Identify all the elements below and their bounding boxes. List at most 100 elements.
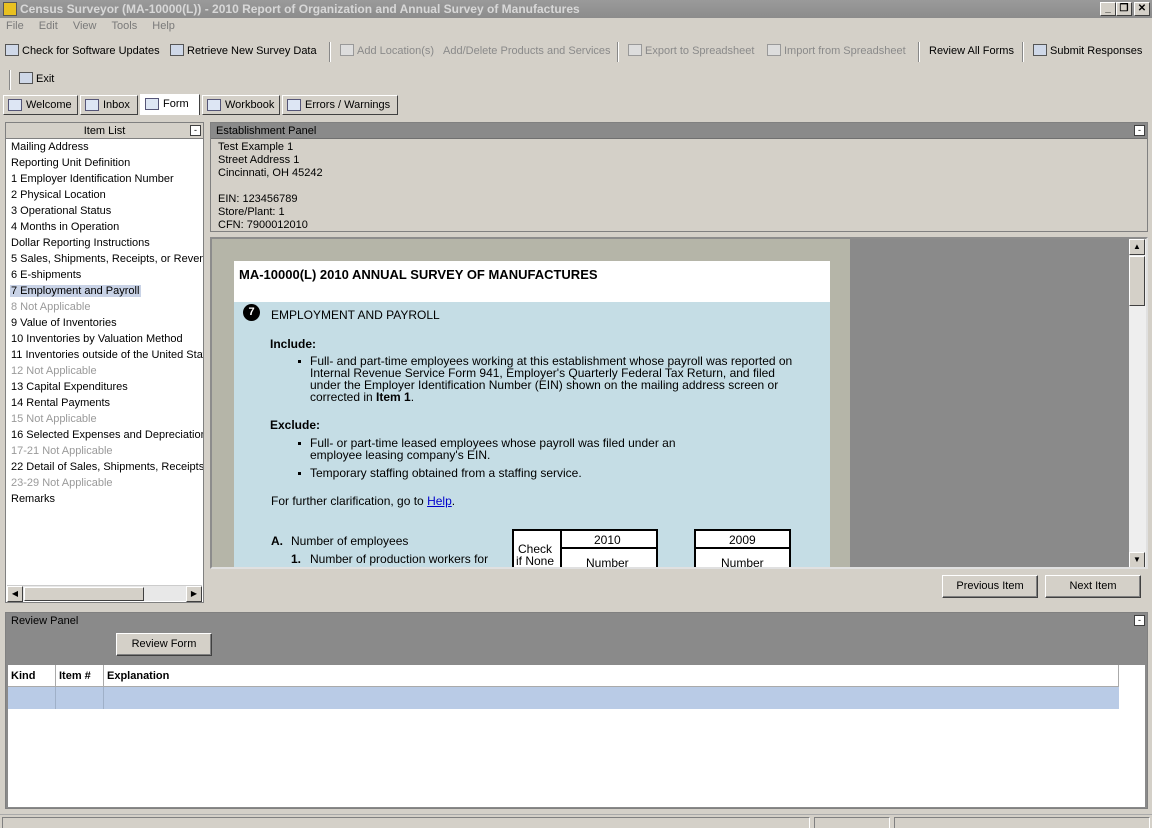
menu-view[interactable]: View [67,18,103,32]
menu-tools[interactable]: Tools [106,18,144,32]
list-item[interactable]: 7 Employment and Payroll [6,283,203,299]
include-text-line: corrected in Item 1. [310,390,415,404]
previous-item-button[interactable]: Previous Item [942,575,1038,598]
add-delete-products-button[interactable]: Add/Delete Products and Services [443,40,611,62]
column-header-explanation[interactable]: Explanation [104,665,1119,687]
export-icon [628,44,642,56]
menu-file[interactable]: File [0,18,30,32]
main-toolbar: Check for Software Updates Retrieve New … [0,40,1152,64]
next-item-button[interactable]: Next Item [1045,575,1141,598]
tab-form[interactable]: Form [140,94,200,115]
list-item[interactable]: 10 Inventories by Valuation Method [6,331,203,347]
tab-workbook[interactable]: Workbook [202,95,280,115]
inbox-icon [85,99,99,111]
list-item[interactable]: 14 Rental Payments [6,395,203,411]
exit-button[interactable]: Exit [19,68,54,90]
welcome-icon [8,99,22,111]
exclude-text-line: Temporary staffing obtained from a staff… [310,466,582,480]
list-item[interactable]: 3 Operational Status [6,203,203,219]
review-form-button[interactable]: Review Form [116,633,212,656]
list-item[interactable]: 11 Inventories outside of the United Sta… [6,347,203,363]
list-item[interactable]: Remarks [6,491,203,507]
list-item[interactable]: 8 Not Applicable [6,299,203,315]
list-item[interactable]: 13 Capital Expenditures [6,379,203,395]
tab-inbox[interactable]: Inbox [80,95,138,115]
section-title: EMPLOYMENT AND PAYROLL [271,308,440,322]
exclude-text-line: employee leasing company's EIN. [310,448,491,462]
collapse-button[interactable]: - [1134,615,1145,626]
viewer-margin [212,239,232,567]
vertical-scrollbar[interactable]: ▲ ▼ [1129,239,1146,567]
collapse-button[interactable]: - [190,125,201,136]
retrieve-data-button[interactable]: Retrieve New Survey Data [170,40,317,62]
tab-welcome[interactable]: Welcome [3,95,78,115]
list-item[interactable]: 12 Not Applicable [6,363,203,379]
window-title: Census Surveyor (MA-10000(L)) - 2010 Rep… [20,2,580,16]
establishment-panel: Establishment Panel - Test Example 1 Stre… [210,122,1148,232]
scroll-down-icon[interactable]: ▼ [1129,552,1145,567]
list-item[interactable]: 17-21 Not Applicable [6,443,203,459]
section-number-badge: 7 [243,304,260,321]
cell-divider [55,687,56,709]
collapse-button[interactable]: - [1134,125,1145,136]
form-viewer: MA-10000(L) 2010 ANNUAL SURVEY OF MANUFA… [210,237,1148,569]
close-button[interactable]: ✕ [1134,2,1150,16]
answer-grid-2009: 2009 Number [694,529,791,569]
toolbar-separator [9,70,11,90]
submit-responses-button[interactable]: Submit Responses [1033,40,1142,62]
toolbar-separator [1022,42,1024,62]
scroll-thumb[interactable] [24,587,144,601]
menu-bar: File Edit View Tools Help [0,18,1152,36]
establishment-line: Test Example 1 [218,141,294,153]
review-all-forms-button[interactable]: Review All Forms [929,40,1014,62]
list-item[interactable]: 23-29 Not Applicable [6,475,203,491]
scroll-up-icon[interactable]: ▲ [1129,239,1145,255]
list-item[interactable]: Mailing Address [6,139,203,155]
status-pane [894,817,1150,828]
maximize-button[interactable]: ❐ [1116,2,1132,16]
submit-icon [1033,44,1047,56]
list-item[interactable]: 15 Not Applicable [6,411,203,427]
column-header-item[interactable]: Item # [56,665,104,687]
question-a-letter: A. [271,534,283,548]
list-item[interactable]: 1 Employer Identification Number [6,171,203,187]
secondary-toolbar: Exit [0,68,1152,90]
cell-divider [103,687,104,709]
number-column-label: Number [586,556,629,569]
tab-strip: Welcome Inbox Form Workbook Errors / War… [0,94,1152,116]
export-spreadsheet-button[interactable]: Export to Spreadsheet [628,40,754,62]
menu-help[interactable]: Help [146,18,181,32]
add-locations-button[interactable]: Add Location(s) [340,40,434,62]
help-link[interactable]: Help [427,494,452,508]
list-item[interactable]: 5 Sales, Shipments, Receipts, or Revenue [6,251,203,267]
check-updates-button[interactable]: Check for Software Updates [5,40,160,62]
menu-edit[interactable]: Edit [33,18,64,32]
list-item[interactable]: 9 Value of Inventories [6,315,203,331]
scroll-right-icon[interactable]: ▶ [186,586,202,602]
list-item[interactable]: 22 Detail of Sales, Shipments, Receipts,… [6,459,203,475]
list-item[interactable]: Reporting Unit Definition [6,155,203,171]
review-table: Kind Item # Explanation [8,665,1145,807]
list-item[interactable]: 2 Physical Location [6,187,203,203]
minimize-button[interactable]: _ [1100,2,1116,16]
import-icon [767,44,781,56]
list-item[interactable]: 4 Months in Operation [6,219,203,235]
establishment-line [211,180,1147,193]
column-header-kind[interactable]: Kind [8,665,56,687]
bullet [298,442,301,445]
list-item[interactable]: Dollar Reporting Instructions [6,235,203,251]
horizontal-scrollbar[interactable]: ◀ ▶ [7,585,202,602]
bullet [298,360,301,363]
establishment-line: Store/Plant: 1 [218,206,285,218]
establishment-info: Test Example 1 Street Address 1 Cincinnati… [211,139,1147,232]
number-column-label: Number [721,556,764,569]
scroll-thumb[interactable] [1129,256,1145,306]
toolbar-separator [329,42,331,62]
tab-errors-warnings[interactable]: Errors / Warnings [282,95,398,115]
list-item[interactable]: 16 Selected Expenses and Depreciation [6,427,203,443]
year-2009-header: 2009 [729,533,756,547]
table-row[interactable] [8,687,1119,709]
scroll-left-icon[interactable]: ◀ [7,586,23,602]
import-spreadsheet-button[interactable]: Import from Spreadsheet [767,40,906,62]
list-item[interactable]: 6 E-shipments [6,267,203,283]
